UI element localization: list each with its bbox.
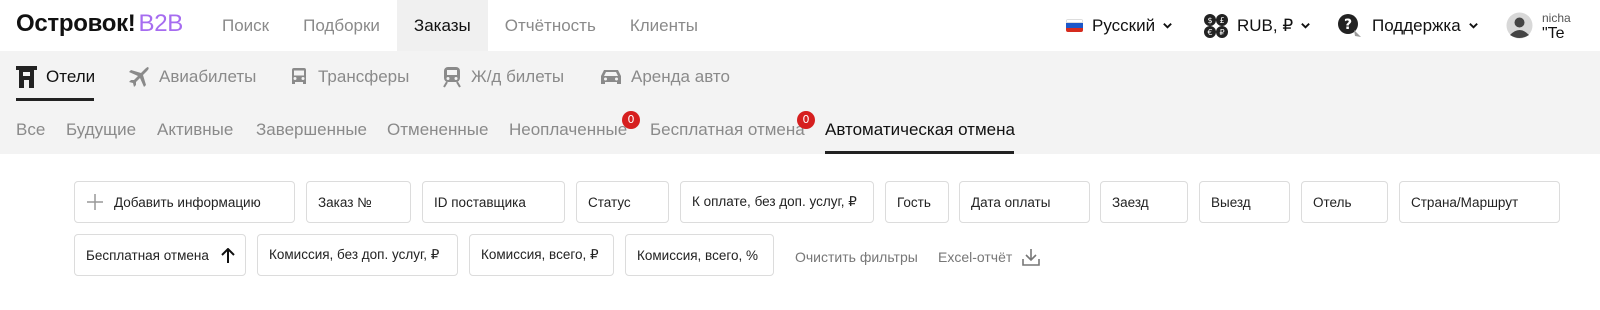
tab-all[interactable]: Все xyxy=(16,102,45,154)
language-label: Русский xyxy=(1092,15,1156,35)
free-cancellation-count-badge: 0 xyxy=(797,111,815,129)
russia-flag-icon xyxy=(1066,19,1083,32)
tab-free-cancellation[interactable]: Бесплатная отмена xyxy=(650,102,805,154)
product-tab-car-rental[interactable]: Аренда авто xyxy=(600,51,730,102)
product-tab-label: Трансферы xyxy=(318,66,410,86)
add-info-label: Добавить информацию xyxy=(114,194,261,210)
filter-label: Бесплатная отмена xyxy=(86,247,209,263)
filter-label: Выезд xyxy=(1211,194,1251,210)
download-icon xyxy=(1022,249,1041,266)
filter-order-number[interactable]: Заказ № xyxy=(306,181,411,223)
product-tab-label: Аренда авто xyxy=(631,66,730,86)
tab-upcoming[interactable]: Будущие xyxy=(66,102,136,154)
chevron-down-icon xyxy=(1468,23,1478,29)
tab-completed[interactable]: Завершенные xyxy=(256,102,367,154)
filter-label: Дата оплаты xyxy=(971,194,1051,210)
filter-label: Комиссия, всего, % xyxy=(637,247,758,263)
unpaid-count-badge: 0 xyxy=(622,111,640,129)
tab-cancelled[interactable]: Отмененные xyxy=(387,102,488,154)
svg-text:€: € xyxy=(1207,28,1212,37)
product-tab-trains[interactable]: Ж/д билеты xyxy=(442,51,564,102)
filter-payment-date[interactable]: Дата оплаты xyxy=(959,181,1090,223)
svg-text:?: ? xyxy=(1344,17,1352,33)
filter-label: Комиссия, всего, ₽ xyxy=(481,247,599,262)
tab-active[interactable]: Активные xyxy=(157,102,233,154)
product-tab-transfers[interactable]: Трансферы xyxy=(289,51,409,102)
avatar-icon xyxy=(1506,12,1533,39)
chevron-down-icon xyxy=(1301,23,1310,29)
logo[interactable]: Островок! B2B xyxy=(16,10,183,38)
chevron-down-icon xyxy=(1163,23,1172,29)
filter-amount-due[interactable]: К оплате, без доп. услуг, ₽ xyxy=(680,181,874,223)
order-status-tabs: Все Будущие Активные Завершенные Отменен… xyxy=(0,102,1600,154)
filter-guest[interactable]: Гость xyxy=(885,181,949,223)
filter-commission-total-rub[interactable]: Комиссия, всего, ₽ xyxy=(469,234,614,276)
filter-label: Статус xyxy=(588,194,631,210)
excel-report-label: Excel-отчёт xyxy=(938,249,1013,265)
tab-unpaid[interactable]: Неоплаченные xyxy=(509,102,627,154)
tab-auto-cancellation[interactable]: Автоматическая отмена xyxy=(825,102,1015,154)
plus-icon xyxy=(87,194,103,210)
train-icon xyxy=(443,66,461,88)
support-icon: ? xyxy=(1338,13,1361,37)
car-icon xyxy=(292,67,306,84)
product-tab-label: Ж/д билеты xyxy=(471,66,565,86)
language-selector[interactable]: Русский xyxy=(1066,0,1173,51)
main-nav: Поиск Подборки Заказы Отчётность Клиенты xyxy=(205,0,715,51)
filter-check-in[interactable]: Заезд xyxy=(1100,181,1188,223)
currency-selector[interactable]: $ £ € ₽ RUB, ₽ xyxy=(1203,0,1311,51)
filter-label: Комиссия, без доп. услуг, ₽ xyxy=(269,247,440,262)
svg-text:£: £ xyxy=(1219,16,1224,25)
support-label: Поддержка xyxy=(1372,15,1461,35)
currency-label: RUB, ₽ xyxy=(1237,15,1294,35)
nav-orders[interactable]: Заказы xyxy=(396,0,488,51)
add-info-button[interactable]: Добавить информацию xyxy=(74,181,295,223)
logo-name: Островок! xyxy=(16,10,136,37)
excel-report-link[interactable]: Excel-отчёт xyxy=(938,236,1041,278)
filter-commission-no-extras[interactable]: Комиссия, без доп. услуг, ₽ xyxy=(257,234,458,276)
nav-collections[interactable]: Подборки xyxy=(286,0,397,51)
filter-free-cancellation-sorted[interactable]: Бесплатная отмена xyxy=(74,234,246,276)
product-tab-label: Отели xyxy=(46,66,96,86)
filter-check-out[interactable]: Выезд xyxy=(1199,181,1290,223)
active-tab-indicator xyxy=(825,151,1014,154)
clear-filters-link[interactable]: Очистить фильтры xyxy=(795,236,918,278)
nav-clients[interactable]: Клиенты xyxy=(613,0,715,51)
top-bar: Островок! B2B Поиск Подборки Заказы Отчёт… xyxy=(0,0,1600,51)
filter-label: Гость xyxy=(897,194,931,210)
svg-text:₽: ₽ xyxy=(1219,28,1224,37)
nav-search[interactable]: Поиск xyxy=(205,0,286,51)
arrow-up-icon xyxy=(221,248,235,263)
rental-car-icon xyxy=(601,69,621,84)
nav-reports[interactable]: Отчётность xyxy=(488,0,613,51)
currency-icon: $ £ € ₽ xyxy=(1204,13,1228,38)
filter-label: Заезд xyxy=(1112,194,1149,210)
filter-label: Заказ № xyxy=(318,194,372,210)
filter-country-route[interactable]: Страна/Маршрут xyxy=(1399,181,1560,223)
filter-label: ID поставщика xyxy=(434,194,526,210)
filter-hotel[interactable]: Отель xyxy=(1301,181,1388,223)
support-menu[interactable]: ? Поддержка xyxy=(1337,0,1479,51)
filter-commission-total-percent[interactable]: Комиссия, всего, % xyxy=(625,234,774,276)
filter-label: Отель xyxy=(1313,194,1352,210)
user-menu[interactable]: nicha "Te xyxy=(1506,0,1571,51)
user-company: "Te xyxy=(1542,24,1565,42)
product-tab-flights[interactable]: Авиабилеты xyxy=(128,51,256,102)
filter-label: К оплате, без доп. услуг, ₽ xyxy=(692,194,857,209)
logo-b2b: B2B xyxy=(138,10,184,37)
user-name: nicha xyxy=(1542,10,1571,25)
filter-supplier-id[interactable]: ID поставщика xyxy=(422,181,565,223)
svg-text:$: $ xyxy=(1207,16,1212,25)
product-tab-hotels[interactable]: Отели xyxy=(16,51,95,102)
product-tabs: Отели Авиабилеты Трансферы Ж/д билеты Ар… xyxy=(0,51,1600,102)
active-product-indicator xyxy=(16,98,94,101)
plane-icon xyxy=(129,66,149,87)
hotel-icon xyxy=(16,65,37,88)
filter-status[interactable]: Статус xyxy=(576,181,669,223)
filter-label: Страна/Маршрут xyxy=(1411,194,1519,210)
product-tab-label: Авиабилеты xyxy=(159,66,257,86)
